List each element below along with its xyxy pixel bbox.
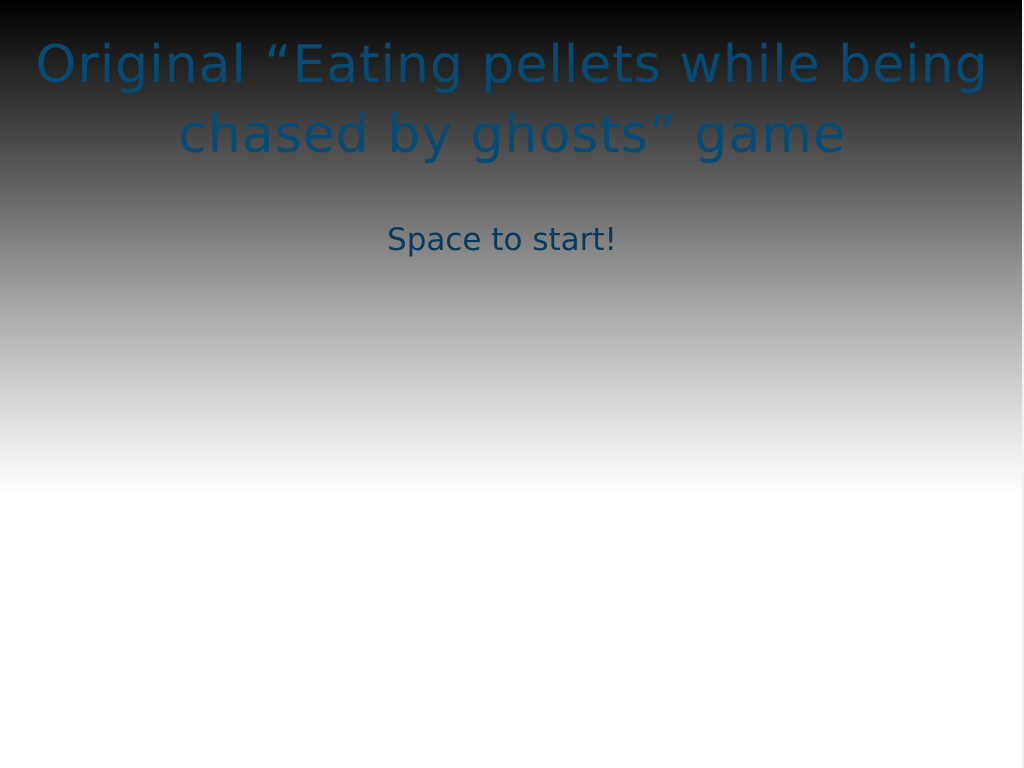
start-prompt: Space to start! (387, 222, 617, 258)
game-title: Original “Eating pellets while being cha… (35, 35, 989, 165)
game-title-screen[interactable]: Original “Eating pellets while being cha… (0, 0, 1024, 768)
